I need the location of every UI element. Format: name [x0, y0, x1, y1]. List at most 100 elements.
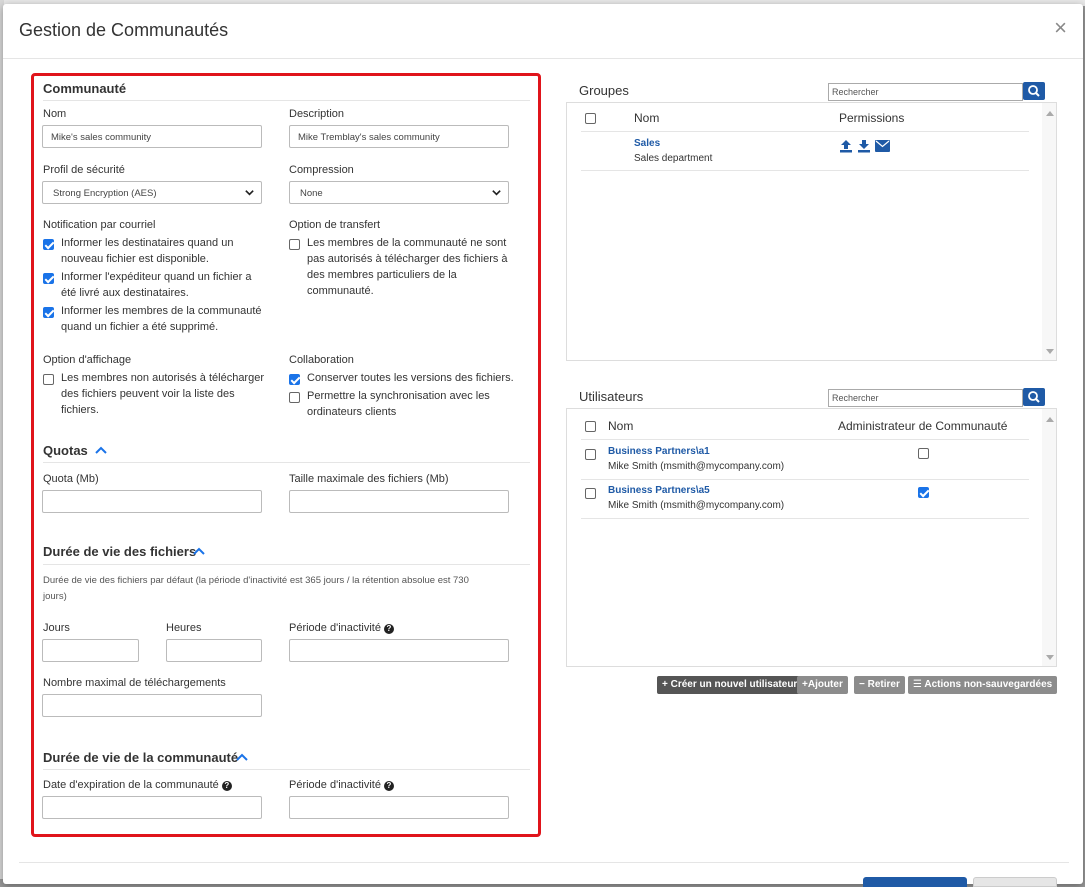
display-option-label: Option d'affichage — [43, 354, 132, 366]
help-icon[interactable]: ? — [384, 781, 394, 791]
modal-title: Gestion de Communautés — [19, 20, 229, 40]
list-icon: ☰ — [913, 679, 922, 690]
groups-scrollbar[interactable] — [1042, 103, 1056, 360]
sync-clients-text-2: ordinateurs clients — [307, 406, 397, 418]
security-profile-value: Strong Encryption (AES) — [53, 188, 157, 199]
display-option-checkbox[interactable] — [43, 374, 54, 385]
chevron-up-icon[interactable] — [236, 753, 248, 761]
unsaved-actions-button[interactable]: ☰ Actions non-sauvegardées — [908, 676, 1058, 694]
transfer-option-text-1: Les membres de la communauté ne sont — [307, 237, 507, 249]
notify-recipients-text-1: Informer les destinataires quand un — [61, 237, 234, 249]
community-inactivity-input[interactable] — [289, 796, 509, 819]
remove-label: Retirer — [867, 679, 900, 690]
max-downloads-input[interactable] — [42, 694, 262, 717]
user-admin-checkbox[interactable] — [918, 487, 929, 498]
users-scrollbar[interactable] — [1042, 409, 1056, 666]
chevron-up-icon[interactable] — [95, 446, 107, 454]
envelope-icon — [875, 140, 890, 152]
quota-input[interactable] — [42, 490, 262, 513]
name-input[interactable]: Mike's sales community — [42, 125, 262, 148]
transfer-option-checkbox[interactable] — [289, 239, 300, 250]
user-row-checkbox[interactable] — [585, 449, 596, 460]
plus-icon: + — [662, 679, 668, 690]
hours-input[interactable] — [166, 639, 262, 662]
groups-select-all-checkbox[interactable] — [585, 113, 596, 124]
row-divider — [581, 518, 1029, 519]
keep-versions-checkbox[interactable] — [289, 374, 300, 385]
users-search-input[interactable]: Rechercher — [828, 389, 1023, 407]
create-user-label: Créer un nouvel utilisateur — [670, 679, 798, 690]
user-name-link[interactable]: Business Partners\a5 — [608, 485, 710, 496]
sync-clients-text-1: Permettre la synchronisation avec les — [307, 390, 490, 402]
transfer-option-text-3: des membres particuliers de la — [307, 269, 457, 281]
scroll-down-icon[interactable] — [1046, 655, 1054, 660]
help-icon[interactable]: ? — [221, 781, 232, 791]
sync-clients-checkbox[interactable] — [289, 392, 300, 403]
groups-search-input[interactable]: Rechercher — [828, 83, 1023, 101]
display-option-text-3: fichiers. — [61, 404, 99, 416]
user-name-link[interactable]: Business Partners\a1 — [608, 446, 710, 457]
section-divider — [43, 564, 530, 565]
user-admin-checkbox[interactable] — [918, 448, 929, 459]
display-option-text-2: des fichiers peuvent voir la liste des — [61, 388, 235, 400]
days-input[interactable] — [42, 639, 139, 662]
community-lifetime-section-title: Durée de vie de la communauté — [43, 750, 239, 765]
scroll-up-icon[interactable] — [1046, 417, 1054, 422]
create-user-button[interactable]: + Créer un nouvel utilisateur — [657, 676, 803, 694]
max-file-size-label: Taille maximale des fichiers (Mb) — [289, 473, 449, 485]
keep-versions-text: Conserver toutes les versions des fichie… — [307, 372, 514, 384]
close-button[interactable]: × — [1054, 17, 1067, 39]
community-inactivity-label: Période d'inactivité? — [289, 779, 394, 791]
collaboration-label: Collaboration — [289, 354, 354, 366]
chevron-up-icon[interactable] — [193, 547, 205, 555]
groups-col-permissions: Permissions — [839, 111, 905, 125]
notify-recipients-checkbox[interactable] — [43, 239, 54, 250]
users-search-button[interactable] — [1023, 388, 1045, 406]
remove-button[interactable]: − Retirer — [854, 676, 905, 694]
chevron-down-icon — [492, 190, 501, 196]
days-label: Jours — [43, 622, 70, 634]
users-grid: Nom Administrateur de Communauté Busines… — [566, 408, 1057, 667]
display-option-text-1: Les membres non autorisés à télécharger — [61, 372, 264, 384]
scroll-up-icon[interactable] — [1046, 111, 1054, 116]
group-name-link[interactable]: Sales — [634, 138, 660, 149]
notification-label: Notification par courriel — [43, 219, 156, 231]
community-settings-panel: Communauté Nom Mike's sales community De… — [31, 73, 541, 837]
notify-sender-checkbox[interactable] — [43, 273, 54, 284]
user-row-checkbox[interactable] — [585, 488, 596, 499]
security-profile-select[interactable]: Strong Encryption (AES) — [42, 181, 262, 204]
notify-sender-text-2: été livré aux destinataires. — [61, 287, 189, 299]
add-button[interactable]: +Ajouter — [797, 676, 848, 694]
row-divider — [581, 170, 1029, 171]
group-description: Sales department — [634, 153, 713, 164]
compression-select[interactable]: None — [289, 181, 509, 204]
groups-grid: Nom Permissions Sales Sales department — [566, 102, 1057, 361]
file-lifetime-description-2: jours) — [43, 591, 67, 602]
users-col-name: Nom — [608, 419, 634, 433]
groups-title: Groupes — [579, 83, 629, 98]
compression-label: Compression — [289, 164, 354, 176]
notify-members-checkbox[interactable] — [43, 307, 54, 318]
users-select-all-checkbox[interactable] — [585, 421, 596, 432]
quotas-section-title: Quotas — [43, 443, 88, 458]
modal-header: Gestion de Communautés × — [3, 4, 1083, 59]
scroll-down-icon[interactable] — [1046, 349, 1054, 354]
row-divider — [581, 439, 1029, 440]
notify-recipients-text-2: nouveau fichier est disponible. — [61, 253, 209, 265]
compression-value: None — [300, 188, 323, 199]
security-profile-label: Profil de sécurité — [43, 164, 125, 176]
row-divider — [581, 131, 1029, 132]
expiration-date-input[interactable] — [42, 796, 262, 819]
search-icon — [1028, 85, 1040, 97]
groups-search-button[interactable] — [1023, 82, 1045, 100]
description-input[interactable]: Mike Tremblay's sales community — [289, 125, 509, 148]
file-inactivity-input[interactable] — [289, 639, 509, 662]
quota-label: Quota (Mb) — [43, 473, 99, 485]
section-divider — [43, 462, 530, 463]
name-label: Nom — [43, 108, 67, 120]
help-icon[interactable]: ? — [384, 624, 394, 634]
add-label: Ajouter — [807, 679, 843, 690]
file-lifetime-description-1: Durée de vie des fichiers par défaut (la… — [43, 575, 469, 586]
max-file-size-input[interactable] — [289, 490, 509, 513]
transfer-option-label: Option de transfert — [289, 219, 381, 231]
